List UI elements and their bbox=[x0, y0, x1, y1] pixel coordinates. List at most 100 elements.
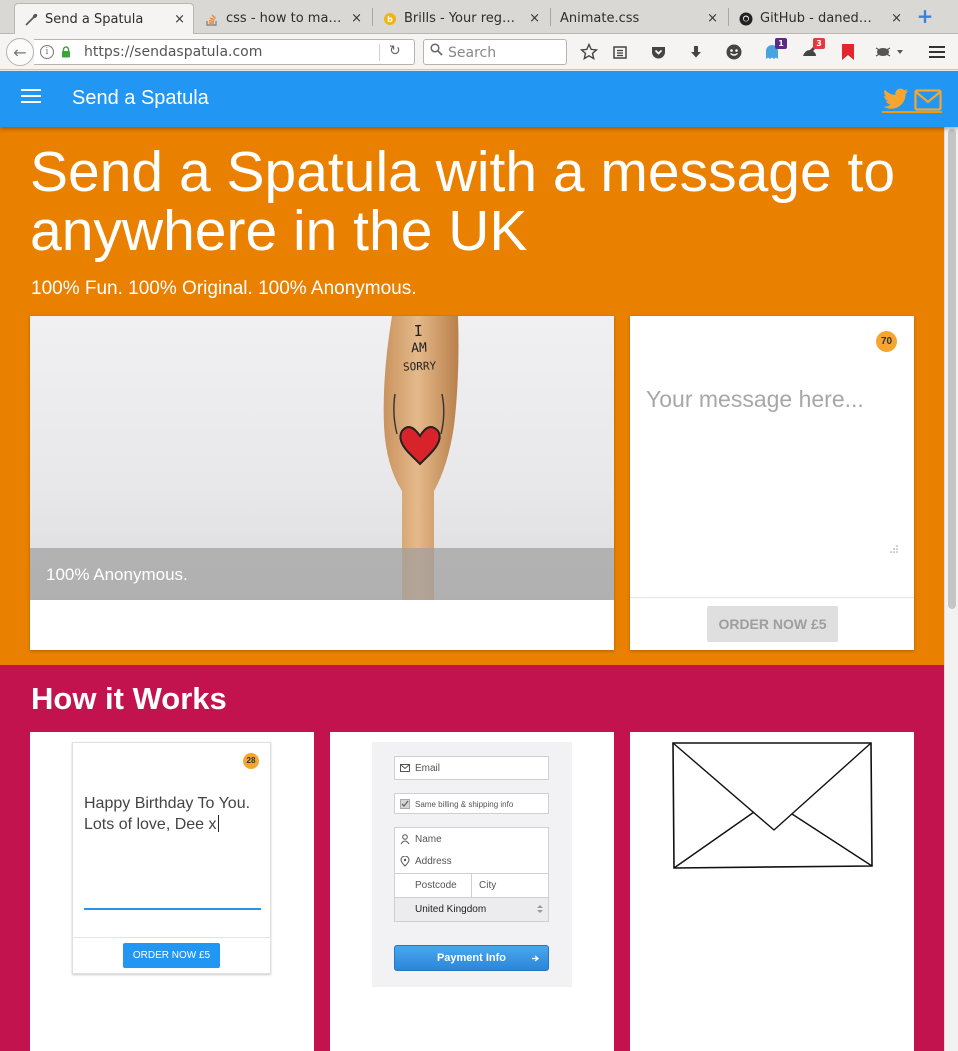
email-field: Email bbox=[394, 756, 549, 780]
step-card-write-message: 28 Happy Birthday To You. Lots of love, … bbox=[30, 732, 314, 1051]
github-icon bbox=[738, 11, 754, 27]
order-now-button[interactable]: ORDER NOW £5 bbox=[707, 606, 838, 642]
menu-icon[interactable] bbox=[21, 89, 41, 105]
close-tab-icon[interactable]: × bbox=[891, 11, 902, 26]
tab-title: Animate.css bbox=[560, 11, 640, 26]
lock-icon bbox=[62, 46, 70, 58]
input-underline bbox=[84, 908, 261, 910]
extension-shoe-icon[interactable]: 3 bbox=[800, 38, 825, 62]
url-text: https://sendaspatula.com bbox=[84, 44, 263, 60]
page-viewport: Send a Spatula Send a Spatula with a mes… bbox=[0, 71, 958, 1051]
tab-css-how-to[interactable]: css - how to ma… × bbox=[196, 3, 370, 34]
email-icon[interactable] bbox=[914, 89, 942, 111]
new-tab-button[interactable]: + bbox=[914, 6, 936, 28]
postcode-label: Postcode bbox=[415, 880, 457, 891]
hamburger-menu-icon[interactable] bbox=[927, 42, 947, 62]
checkbox-icon bbox=[400, 799, 410, 809]
reload-icon[interactable]: ↻ bbox=[389, 43, 401, 59]
example-message-text: Happy Birthday To You. Lots of love, Dee… bbox=[84, 795, 251, 833]
back-button[interactable]: ← bbox=[6, 38, 34, 66]
spatula-icon bbox=[23, 12, 39, 28]
message-card: 70 ORDER NOW £5 bbox=[630, 316, 914, 650]
close-tab-icon[interactable]: × bbox=[529, 11, 540, 26]
person-icon bbox=[400, 834, 410, 845]
tab-brills[interactable]: b Brills - Your reg… × bbox=[374, 3, 548, 34]
step-card-payment: Email Same billing & shipping info Name … bbox=[330, 732, 614, 1051]
country-select: United Kingdom bbox=[394, 898, 549, 922]
close-tab-icon[interactable]: × bbox=[707, 11, 718, 26]
payment-form-illustration: Email Same billing & shipping info Name … bbox=[372, 742, 572, 987]
text-cursor bbox=[217, 815, 219, 832]
tab-animate-css[interactable]: Animate.css × bbox=[552, 3, 726, 34]
example-order-button: ORDER NOW £5 bbox=[123, 943, 220, 968]
tab-separator bbox=[372, 8, 373, 26]
payment-info-label: Payment Info bbox=[436, 952, 507, 964]
name-label: Name bbox=[415, 834, 442, 845]
tab-send-a-spatula[interactable]: Send a Spatula × bbox=[14, 3, 194, 35]
address-label: Address bbox=[415, 856, 452, 867]
card-divider bbox=[73, 937, 270, 938]
same-billing-label: Same billing & shipping info bbox=[415, 800, 514, 809]
tab-title: css - how to ma… bbox=[226, 11, 342, 26]
page-scrollbar[interactable] bbox=[944, 127, 958, 1051]
close-tab-icon[interactable]: × bbox=[174, 12, 185, 27]
spatula-text: I AM SORRY bbox=[393, 321, 445, 377]
reading-list-icon[interactable] bbox=[610, 42, 630, 62]
back-arrow-icon: ← bbox=[13, 42, 27, 62]
smiley-icon[interactable] bbox=[724, 42, 744, 62]
example-message-card: 28 Happy Birthday To You. Lots of love, … bbox=[72, 742, 271, 974]
icon-underline bbox=[882, 111, 942, 113]
close-tab-icon[interactable]: × bbox=[351, 11, 362, 26]
address-field: Address bbox=[394, 850, 549, 874]
site-title[interactable]: Send a Spatula bbox=[72, 87, 209, 110]
location-pin-icon bbox=[400, 856, 410, 867]
app-header: Send a Spatula bbox=[0, 71, 958, 127]
select-arrows-icon bbox=[537, 905, 543, 913]
photo-caption-overlay: 100% Anonymous. bbox=[30, 548, 614, 600]
how-it-works-section: How it Works 28 Happy Birthday To You. L… bbox=[0, 665, 944, 1051]
twitter-icon[interactable] bbox=[883, 88, 909, 110]
postcode-field: Postcode bbox=[394, 874, 472, 898]
extension-ghost-icon[interactable]: 1 bbox=[762, 38, 787, 62]
search-bar[interactable]: Search bbox=[423, 39, 567, 65]
download-icon[interactable] bbox=[686, 42, 706, 62]
bookmark-star-icon[interactable] bbox=[579, 42, 599, 62]
tab-title: Brills - Your reg… bbox=[404, 11, 516, 26]
hero-section: Send a Spatula with a message to anywher… bbox=[0, 127, 944, 665]
tab-separator bbox=[550, 8, 551, 26]
spatula-word: SORRY bbox=[402, 359, 437, 374]
url-bar[interactable]: i https://sendaspatula.com ↻ bbox=[34, 39, 415, 65]
section-title: How it Works bbox=[31, 681, 227, 716]
spatula-photo-card: I AM SORRY 100% Anonymous. bbox=[30, 316, 614, 650]
search-placeholder: Search bbox=[448, 45, 497, 61]
character-count-badge: 28 bbox=[243, 753, 259, 769]
scrollbar-thumb[interactable] bbox=[948, 129, 956, 609]
message-input[interactable] bbox=[646, 386, 902, 556]
tab-github[interactable]: GitHub - daned… × bbox=[730, 3, 910, 34]
brills-icon: b bbox=[382, 11, 398, 27]
bookmark-flag-icon[interactable] bbox=[838, 42, 858, 62]
tab-separator bbox=[728, 8, 729, 26]
svg-text:b: b bbox=[387, 15, 393, 24]
info-icon[interactable]: i bbox=[40, 45, 54, 59]
tab-title: GitHub - daned… bbox=[760, 11, 872, 26]
extension-bug-icon[interactable] bbox=[872, 42, 904, 62]
resize-grip-icon[interactable] bbox=[889, 544, 899, 554]
pocket-icon[interactable] bbox=[648, 42, 668, 62]
url-divider bbox=[379, 44, 380, 61]
extension-badge: 1 bbox=[775, 38, 787, 49]
email-label: Email bbox=[415, 763, 441, 774]
city-label: City bbox=[479, 880, 497, 891]
character-count-badge: 70 bbox=[876, 331, 897, 352]
browser-tab-strip: Send a Spatula × css - how to ma… × b Br… bbox=[0, 0, 958, 35]
example-message: Happy Birthday To You. Lots of love, Dee… bbox=[84, 793, 264, 835]
photo-caption: 100% Anonymous. bbox=[46, 565, 188, 584]
city-field: City bbox=[471, 874, 549, 898]
stackoverflow-icon bbox=[204, 11, 220, 27]
name-field: Name bbox=[394, 827, 549, 851]
payment-info-button: Payment Info bbox=[394, 945, 549, 971]
envelope-icon bbox=[672, 742, 873, 869]
spatula-photo: I AM SORRY 100% Anonymous. bbox=[30, 316, 614, 600]
hero-headline: Send a Spatula with a message to anywher… bbox=[30, 140, 896, 263]
card-divider bbox=[630, 597, 914, 598]
